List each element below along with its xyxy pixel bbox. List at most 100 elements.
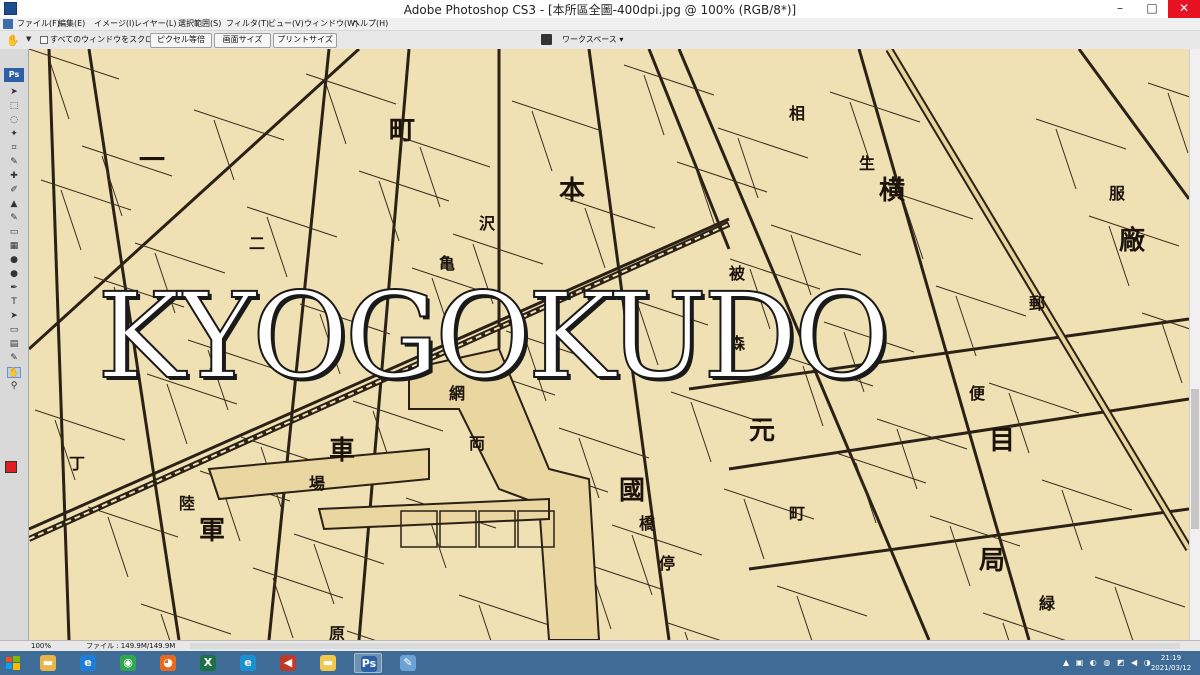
- hand-icon[interactable]: ✋: [7, 367, 21, 378]
- menu-bar: ファイル(F) 編集(E) イメージ(I) レイヤー(L) 選択範囲(S) フィ…: [0, 18, 1200, 31]
- workspace-dropdown[interactable]: ワークスペース ▾: [562, 34, 623, 45]
- taskbar-firefox-button[interactable]: ◕: [154, 653, 182, 673]
- move-icon[interactable]: ➤: [7, 87, 21, 98]
- svg-text:陸: 陸: [179, 494, 195, 513]
- minimize-button[interactable]: –: [1105, 0, 1135, 18]
- svg-text:相: 相: [789, 104, 805, 123]
- scroll-all-windows-checkbox[interactable]: [40, 36, 48, 44]
- menu-view[interactable]: ビュー(V): [268, 18, 304, 30]
- taskbar-file-explorer-button[interactable]: ▬: [34, 653, 62, 673]
- photoshop-logo: Ps: [4, 68, 24, 82]
- options-bar: ✋ ▼ すべてのウィンドウをスクロール ピクセル等倍 画面サイズ プリントサイズ…: [0, 31, 1200, 50]
- print-size-button[interactable]: プリントサイズ: [273, 33, 337, 48]
- windows-start-icon[interactable]: [5, 655, 21, 671]
- clone-stamp-icon[interactable]: ▲: [7, 199, 21, 210]
- svg-text:本: 本: [559, 176, 585, 206]
- taskbar-paint-button[interactable]: ✎: [394, 653, 422, 673]
- document-icon[interactable]: [3, 19, 13, 29]
- taskbar-internet-explorer-button[interactable]: e: [74, 653, 102, 673]
- svg-text:目: 目: [989, 426, 1015, 456]
- svg-text:町: 町: [789, 504, 805, 523]
- system-tray-icons[interactable]: ▲ ▣ ◐ ◍ ◩ ◀ ◑: [1063, 658, 1153, 667]
- menu-image[interactable]: イメージ(I): [94, 18, 134, 30]
- menu-window[interactable]: ウィンドウ(W): [304, 18, 358, 30]
- image-canvas[interactable]: 一二三町亀沢本相生横網両國橋停車場陸軍被服廠郵便局緑丁目原森元町 KYOGOKU…: [29, 49, 1189, 640]
- svg-text:停: 停: [659, 554, 675, 573]
- bridge-icon[interactable]: [541, 34, 552, 45]
- svg-text:原: 原: [329, 624, 345, 640]
- svg-text:丁: 丁: [69, 454, 85, 473]
- svg-text:郵: 郵: [1029, 294, 1045, 313]
- menu-help[interactable]: ヘルプ(H): [352, 18, 388, 30]
- clock-date: 2021/03/12: [1150, 664, 1192, 672]
- svg-text:橋: 橋: [639, 514, 656, 533]
- svg-text:沢: 沢: [479, 214, 496, 233]
- dodge-icon[interactable]: ●: [7, 269, 21, 280]
- svg-text:廠: 廠: [1119, 225, 1146, 256]
- scrollbar-thumb[interactable]: [1191, 389, 1199, 529]
- excel-icon: X: [200, 655, 216, 671]
- vertical-scrollbar[interactable]: [1189, 49, 1200, 640]
- tools-panel: Ps ➤ ⬚ ◌ ✦ ⌗ ✎ ✚ ✐ ▲ ✎ ▭ ▦ ● ● ✒ T ➤ ▭ ▤ ✎ ✋ ⚲: [0, 49, 29, 640]
- brush-icon[interactable]: ✐: [7, 185, 21, 196]
- svg-text:緑: 緑: [1039, 594, 1056, 613]
- gradient-icon[interactable]: ▦: [7, 241, 21, 252]
- svg-text:元: 元: [749, 416, 775, 446]
- photoshop-icon: Ps: [361, 656, 377, 672]
- slice-icon[interactable]: ✎: [7, 157, 21, 168]
- folder-icon: ▬: [320, 655, 336, 671]
- actual-pixels-button[interactable]: ピクセル等倍: [150, 33, 212, 48]
- type-icon[interactable]: T: [7, 297, 21, 308]
- close-button[interactable]: ✕: [1168, 0, 1200, 18]
- horizontal-scrollbar[interactable]: [190, 643, 1180, 649]
- crop-icon[interactable]: ⌗: [7, 143, 21, 154]
- path-selection-icon[interactable]: ➤: [7, 311, 21, 322]
- taskbar-photoshop-button[interactable]: Ps: [354, 653, 382, 673]
- menu-edit[interactable]: 編集(E): [58, 18, 85, 30]
- edge-icon: e: [240, 655, 256, 671]
- menu-file[interactable]: ファイル(F): [17, 18, 60, 30]
- svg-text:二: 二: [249, 234, 265, 253]
- menu-select[interactable]: 選択範囲(S): [178, 18, 221, 30]
- svg-text:両: 両: [469, 434, 485, 453]
- svg-text:車: 車: [329, 436, 355, 466]
- taskbar-edge-button[interactable]: e: [234, 653, 262, 673]
- marquee-icon[interactable]: ⬚: [7, 101, 21, 112]
- lasso-icon[interactable]: ◌: [7, 115, 21, 126]
- menu-filter[interactable]: フィルタ(T): [226, 18, 269, 30]
- windows-taskbar: ▬ e ◉ ◕ Xe ◀ ▬ Ps ✎ ▲ ▣ ◐ ◍ ◩ ◀ ◑ 21:19 2021/03/…: [0, 651, 1200, 675]
- eraser-icon[interactable]: ▭: [7, 227, 21, 238]
- blur-icon[interactable]: ●: [7, 255, 21, 266]
- maximize-button[interactable]: □: [1137, 0, 1167, 18]
- zoom-icon[interactable]: ⚲: [7, 381, 21, 392]
- svg-text:場: 場: [309, 474, 325, 493]
- svg-text:町: 町: [389, 116, 415, 146]
- healing-brush-icon[interactable]: ✚: [7, 171, 21, 182]
- watermark-text: KYOGOKUDO: [96, 267, 891, 405]
- fit-screen-button[interactable]: 画面サイズ: [214, 33, 271, 48]
- paint-icon: ✎: [400, 655, 416, 671]
- taskbar-speaker-app-button[interactable]: ◀: [274, 653, 302, 673]
- hand-tool-preset-icon[interactable]: ✋: [6, 34, 20, 47]
- window-title: Adobe Photoshop CS3 - [本所區全圖-400dpi.jpg …: [403, 3, 797, 17]
- svg-text:便: 便: [969, 384, 986, 403]
- menu-layer[interactable]: レイヤー(L): [134, 18, 176, 30]
- notes-icon[interactable]: ▤: [7, 339, 21, 350]
- chevron-down-icon[interactable]: ▼: [26, 35, 31, 43]
- title-bar: Adobe Photoshop CS3 - [本所區全圖-400dpi.jpg …: [0, 0, 1200, 18]
- pen-icon[interactable]: ✒: [7, 283, 21, 294]
- taskbar-excel-button[interactable]: X: [194, 653, 222, 673]
- eyedropper-icon[interactable]: ✎: [7, 353, 21, 364]
- shape-icon[interactable]: ▭: [7, 325, 21, 336]
- chrome-icon: ◉: [120, 655, 136, 671]
- history-brush-icon[interactable]: ✎: [7, 213, 21, 224]
- svg-text:一: 一: [139, 146, 165, 176]
- system-clock[interactable]: 21:19 2021/03/12: [1150, 653, 1192, 673]
- taskbar-folder-button[interactable]: ▬: [314, 653, 342, 673]
- svg-text:横: 横: [879, 176, 905, 206]
- svg-text:國: 國: [619, 476, 645, 506]
- foreground-color-swatch[interactable]: [5, 461, 17, 473]
- magic-wand-icon[interactable]: ✦: [7, 129, 21, 140]
- taskbar-chrome-button[interactable]: ◉: [114, 653, 142, 673]
- firefox-icon: ◕: [160, 655, 176, 671]
